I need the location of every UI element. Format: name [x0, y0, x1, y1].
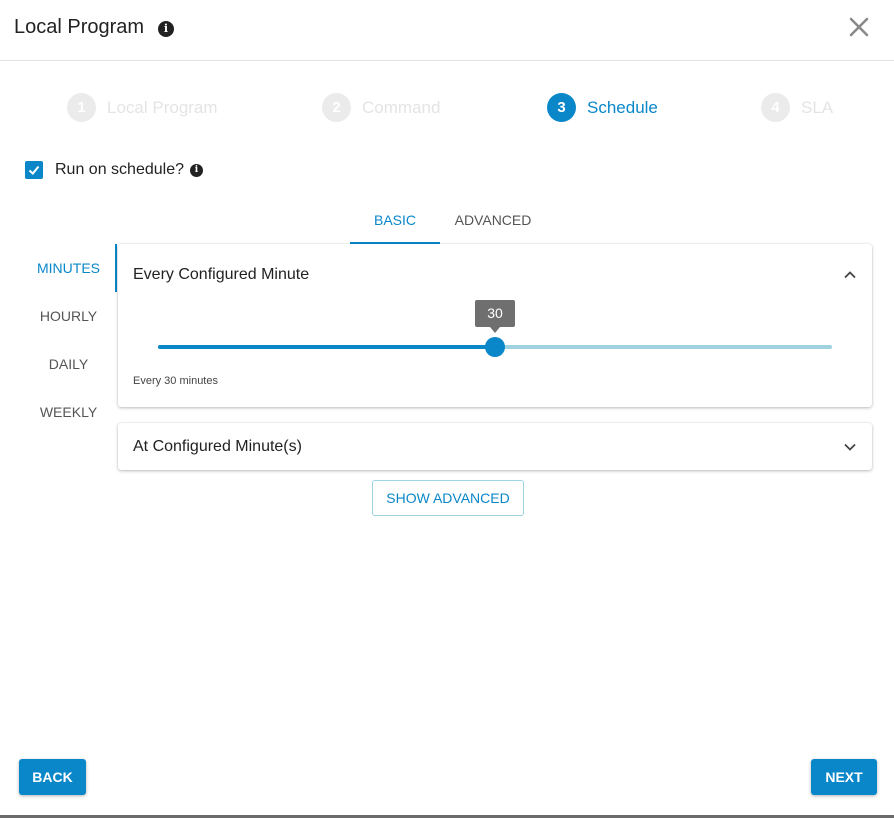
step-label: Schedule — [587, 97, 658, 117]
step-label: SLA — [801, 97, 834, 117]
back-button[interactable]: BACK — [19, 759, 86, 795]
at-configured-minutes-panel: At Configured Minute(s) — [118, 423, 872, 470]
close-icon[interactable] — [846, 14, 872, 40]
panel-header[interactable]: Every Configured Minute — [118, 244, 872, 306]
run-on-schedule-checkbox[interactable] — [25, 161, 43, 179]
step-command[interactable]: 2 Command — [322, 93, 440, 122]
step-number: 4 — [761, 93, 790, 122]
info-icon[interactable]: i — [158, 21, 174, 37]
step-number: 2 — [322, 93, 351, 122]
step-label: Local Program — [107, 97, 218, 117]
dialog: Local Program i 1 Local Program 2 Comman… — [0, 0, 894, 816]
panel-title: At Configured Minute(s) — [133, 437, 302, 455]
tab-weekly[interactable]: WEEKLY — [20, 388, 117, 436]
step-label: Command — [362, 97, 441, 117]
step-sla[interactable]: 4 SLA — [761, 93, 833, 122]
slider-thumb[interactable] — [485, 337, 505, 357]
next-button[interactable]: NEXT — [811, 759, 877, 795]
tab-hourly[interactable]: HOURLY — [20, 292, 117, 340]
tab-daily[interactable]: DAILY — [20, 340, 117, 388]
tab-advanced[interactable]: ADVANCED — [440, 200, 546, 244]
dialog-title: Local Program — [14, 16, 145, 38]
show-advanced-button[interactable]: SHOW ADVANCED — [372, 480, 524, 516]
step-schedule[interactable]: 3 Schedule — [547, 93, 658, 122]
chevron-up-icon[interactable] — [842, 267, 858, 283]
frequency-tabs: MINUTES HOURLY DAILY WEEKLY — [20, 244, 117, 436]
schedule-mode-tabs: BASIC ADVANCED — [350, 200, 546, 244]
step-number: 1 — [67, 93, 96, 122]
step-local-program[interactable]: 1 Local Program — [67, 93, 218, 122]
panel-header[interactable]: At Configured Minute(s) — [118, 423, 872, 470]
tab-basic[interactable]: BASIC — [350, 200, 440, 244]
check-icon — [28, 165, 40, 175]
chevron-down-icon[interactable] — [842, 439, 858, 455]
dialog-header: Local Program i — [0, 0, 894, 61]
step-number: 3 — [547, 93, 576, 122]
info-icon[interactable]: i — [189, 163, 203, 177]
panel-title: Every Configured Minute — [133, 266, 310, 283]
run-on-schedule-label: Run on schedule? — [55, 161, 184, 178]
run-on-schedule-row: Run on schedule? i — [25, 161, 203, 179]
tab-minutes[interactable]: MINUTES — [20, 244, 117, 292]
every-configured-minute-panel: 30 Every 30 minutes Every Configured Min… — [118, 244, 872, 407]
slider-caption: Every 30 minutes — [133, 375, 218, 387]
slider-track-fill — [158, 345, 495, 349]
